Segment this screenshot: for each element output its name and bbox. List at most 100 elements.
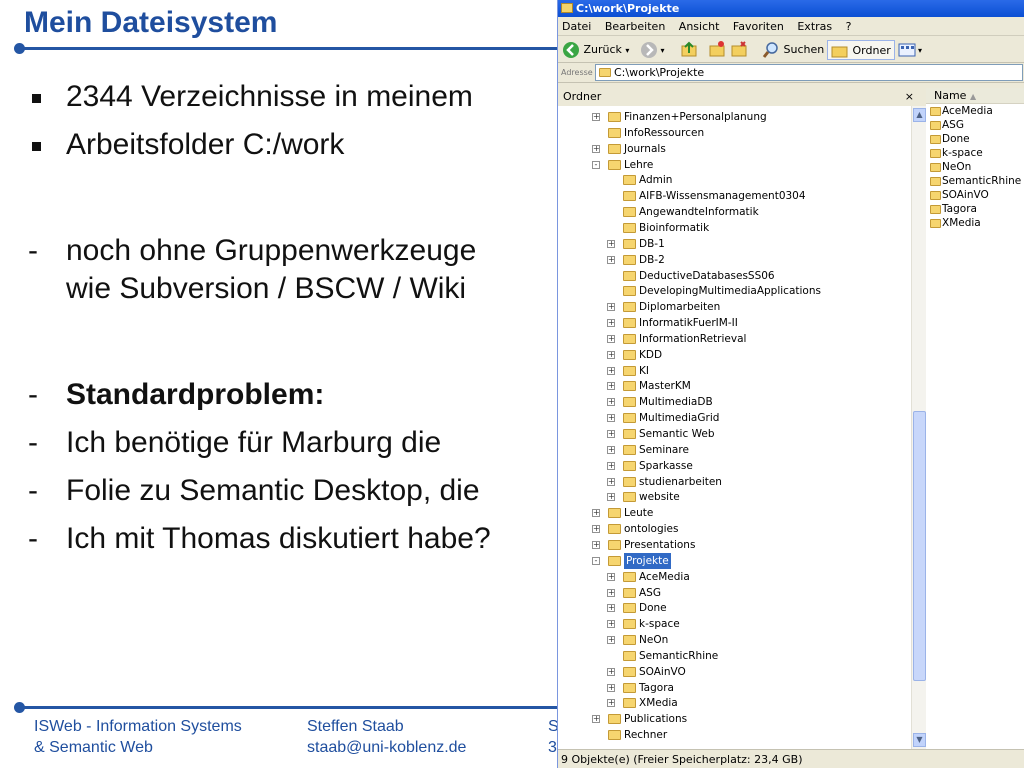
tree-item-label: AceMedia bbox=[639, 570, 690, 583]
expand-icon[interactable]: + bbox=[607, 667, 615, 676]
menu-bearbeiten[interactable]: Bearbeiten bbox=[605, 20, 665, 33]
close-icon[interactable]: × bbox=[905, 88, 914, 106]
list-item[interactable]: SemanticRhine bbox=[926, 174, 1024, 188]
expand-icon[interactable]: + bbox=[607, 620, 615, 629]
bullet-text: wie Subversion / BSCW / Wiki bbox=[66, 272, 467, 305]
menu-datei[interactable]: Datei bbox=[562, 20, 591, 33]
tree-item-label: ontologies bbox=[624, 523, 679, 536]
folder-icon bbox=[623, 635, 636, 646]
expand-icon[interactable]: + bbox=[607, 461, 615, 470]
expand-icon[interactable]: + bbox=[607, 414, 615, 423]
expand-icon[interactable]: + bbox=[592, 540, 600, 549]
address-bar: Adresse C:\work\Projekte bbox=[558, 63, 1024, 83]
slide-title: Mein Dateisystem bbox=[24, 6, 278, 39]
column-header-label: Name bbox=[934, 89, 967, 102]
expand-icon[interactable]: + bbox=[607, 255, 615, 264]
list-item[interactable]: XMedia bbox=[926, 216, 1024, 230]
scroll-thumb[interactable] bbox=[913, 411, 926, 681]
expand-icon[interactable]: + bbox=[592, 144, 600, 153]
menu-favoriten[interactable]: Favoriten bbox=[733, 20, 784, 33]
folder-up-button[interactable] bbox=[680, 40, 698, 60]
expand-icon[interactable]: + bbox=[607, 430, 615, 438]
expand-icon[interactable]: + bbox=[607, 588, 615, 597]
tree-item-label: Seminare bbox=[639, 443, 689, 456]
scroll-down-icon[interactable]: ▼ bbox=[913, 733, 926, 747]
tree-pane-title: Ordner bbox=[563, 90, 602, 103]
folder-tree[interactable]: + Finanzen+Personalplanung InfoRessourcen +… bbox=[558, 106, 911, 749]
expand-icon[interactable]: + bbox=[592, 715, 600, 724]
expand-icon[interactable]: + bbox=[607, 319, 615, 328]
tree-item-label: Rechner bbox=[624, 729, 668, 742]
tree-item-label: Sparkasse bbox=[639, 459, 693, 472]
expand-icon[interactable]: + bbox=[607, 445, 615, 454]
list-item[interactable]: SOAinVO bbox=[926, 188, 1024, 202]
search-button[interactable]: Suchen bbox=[762, 40, 824, 60]
tree-item-label: Publications bbox=[624, 713, 688, 726]
expand-icon[interactable]: + bbox=[607, 699, 615, 708]
folders-button[interactable]: Ordner bbox=[827, 40, 895, 60]
folder-icon bbox=[930, 134, 941, 144]
address-input[interactable]: C:\work\Projekte bbox=[595, 64, 1023, 81]
folders-icon bbox=[831, 46, 848, 58]
explorer-window[interactable]: C:\work\Projekte Datei Bearbeiten Ansich… bbox=[557, 0, 1024, 768]
expand-icon[interactable]: + bbox=[607, 366, 615, 375]
expand-icon[interactable]: + bbox=[607, 493, 615, 502]
tree-item-label: DB-2 bbox=[639, 253, 665, 266]
expand-icon[interactable]: + bbox=[607, 477, 615, 486]
expand-icon[interactable]: + bbox=[592, 509, 600, 518]
folder-up-icon bbox=[681, 41, 697, 57]
folder-icon bbox=[623, 302, 636, 313]
file-list[interactable]: Name ▲ AceMedia ASG Done k-space NeOn Semanti… bbox=[926, 88, 1024, 749]
expand-icon[interactable]: + bbox=[607, 334, 615, 343]
collapse-icon[interactable]: - bbox=[592, 556, 600, 565]
folder-icon bbox=[930, 190, 941, 200]
window-titlebar[interactable]: C:\work\Projekte bbox=[558, 0, 1024, 17]
expand-icon[interactable]: + bbox=[607, 572, 615, 581]
tree-item-label: AngewandteInformatik bbox=[639, 206, 759, 219]
tree-item-label: MasterKM bbox=[639, 380, 691, 393]
list-item[interactable]: k-space bbox=[926, 146, 1024, 160]
bullet-text: Standardproblem: bbox=[66, 378, 325, 411]
folder-icon bbox=[623, 603, 636, 614]
expand-icon[interactable]: + bbox=[592, 113, 600, 121]
back-button[interactable]: Zurück ▾ bbox=[562, 40, 629, 60]
expand-icon[interactable]: + bbox=[592, 525, 600, 534]
expand-icon[interactable]: + bbox=[607, 604, 615, 613]
menu-help[interactable]: ? bbox=[846, 20, 852, 33]
menu-ansicht[interactable]: Ansicht bbox=[679, 20, 720, 33]
bullet-marker: - bbox=[28, 474, 38, 507]
expand-icon[interactable]: + bbox=[607, 398, 615, 407]
copy-to-button[interactable] bbox=[730, 40, 748, 60]
column-header-name[interactable]: Name ▲ bbox=[926, 88, 1024, 104]
scroll-up-icon[interactable]: ▲ bbox=[913, 108, 926, 122]
title-rule bbox=[18, 47, 563, 50]
tree-item-label: website bbox=[639, 491, 680, 504]
expand-icon[interactable]: + bbox=[607, 382, 615, 391]
expand-icon[interactable]: + bbox=[607, 350, 615, 359]
tree-scrollbar[interactable]: ▲ ▼ bbox=[911, 106, 926, 749]
list-item[interactable]: Done bbox=[926, 132, 1024, 146]
folder-icon bbox=[608, 539, 621, 550]
folders-label: Ordner bbox=[852, 44, 891, 57]
bullet-text: Ich mit Thomas diskutiert habe? bbox=[66, 522, 491, 555]
list-item-label: SemanticRhine bbox=[942, 175, 1022, 187]
list-item[interactable]: Tagora bbox=[926, 202, 1024, 216]
views-button[interactable]: ▾ bbox=[898, 40, 922, 60]
expand-icon[interactable]: + bbox=[607, 239, 615, 248]
menu-extras[interactable]: Extras bbox=[797, 20, 832, 33]
move-to-button[interactable] bbox=[708, 40, 726, 60]
forward-button[interactable]: ▾ bbox=[640, 40, 665, 60]
views-icon bbox=[898, 43, 916, 57]
expand-icon[interactable]: + bbox=[607, 303, 615, 312]
expand-icon[interactable]: + bbox=[607, 636, 615, 645]
collapse-icon[interactable]: - bbox=[592, 160, 600, 169]
list-item[interactable]: ASG bbox=[926, 118, 1024, 132]
tree-item-label: InformatikFuerIM-II bbox=[639, 317, 738, 330]
tree-item-label: Lehre bbox=[624, 158, 654, 171]
list-item[interactable]: NeOn bbox=[926, 160, 1024, 174]
list-item[interactable]: AceMedia bbox=[926, 104, 1024, 118]
search-label: Suchen bbox=[783, 43, 825, 56]
bullet-text: noch ohne Gruppenwerkzeuge bbox=[66, 234, 477, 267]
tree-item-label: DevelopingMultimediaApplications bbox=[639, 285, 821, 298]
expand-icon[interactable]: + bbox=[607, 683, 615, 692]
